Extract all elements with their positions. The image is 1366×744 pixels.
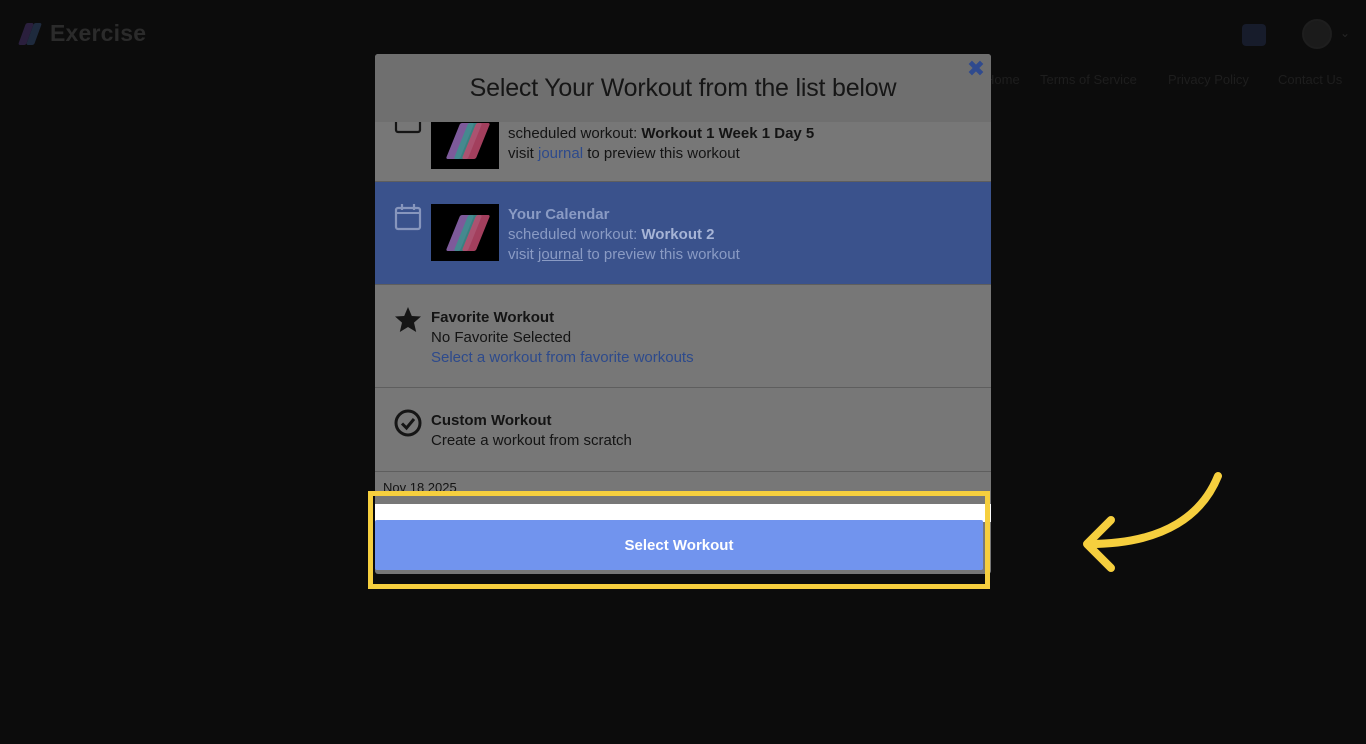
app-name: Exercise xyxy=(50,20,147,46)
modal-header: Select Your Workout from the list below xyxy=(375,54,991,122)
list-item-favorite-workout[interactable]: Favorite Workout No Favorite Selected Se… xyxy=(375,285,991,388)
item-title: Favorite Workout xyxy=(431,309,555,326)
modal-title: Select Your Workout from the list below xyxy=(469,73,897,102)
chevron-down-icon[interactable]: ⌄ xyxy=(1340,26,1350,40)
calendar-icon xyxy=(394,122,422,134)
scheduled-workout-name: Workout 2 xyxy=(641,226,715,243)
list-item-your-calendar[interactable]: Your Calendar scheduled workout: Workout… xyxy=(375,182,991,285)
star-icon xyxy=(395,307,421,332)
list-item-custom-workout[interactable]: Custom Workout Create a workout from scr… xyxy=(375,388,991,472)
item-title: Your Calendar xyxy=(508,206,610,223)
arrow-icon xyxy=(1083,472,1222,572)
nav-contact[interactable]: Contact Us xyxy=(1278,72,1342,87)
nav-terms[interactable]: Terms of Service xyxy=(1040,72,1137,87)
close-icon[interactable]: ✖ xyxy=(965,58,987,80)
journal-link[interactable]: journal xyxy=(538,246,583,263)
highlight-box xyxy=(368,491,990,589)
item-title: Custom Workout xyxy=(431,412,552,429)
scheduled-workout-name: Workout 1 Week 1 Day 5 xyxy=(641,125,815,142)
journal-link[interactable]: journal xyxy=(538,145,583,162)
avatar[interactable] xyxy=(1302,19,1332,49)
favorite-workouts-link[interactable]: Select a workout from favorite workouts xyxy=(431,348,694,368)
logo-icon xyxy=(17,21,43,47)
workout-thumbnail xyxy=(431,204,499,261)
item-text: scheduled workout: Workout 1 Week 1 Day … xyxy=(508,125,815,162)
check-circle-icon xyxy=(394,409,422,437)
item-text: Favorite Workout No Favorite Selected Se… xyxy=(431,309,694,368)
nav-privacy[interactable]: Privacy Policy xyxy=(1168,72,1249,87)
workout-thumbnail xyxy=(431,122,499,169)
list-item[interactable]: scheduled workout: Workout 1 Week 1 Day … xyxy=(375,122,991,182)
app-logo[interactable]: Exercise xyxy=(17,20,147,47)
calendar-icon xyxy=(394,204,422,231)
item-text: Your Calendar scheduled workout: Workout… xyxy=(508,206,740,263)
workout-list[interactable]: scheduled workout: Workout 1 Week 1 Day … xyxy=(375,122,991,506)
notification-icon[interactable] xyxy=(1242,24,1266,46)
item-text: Custom Workout Create a workout from scr… xyxy=(431,412,632,449)
